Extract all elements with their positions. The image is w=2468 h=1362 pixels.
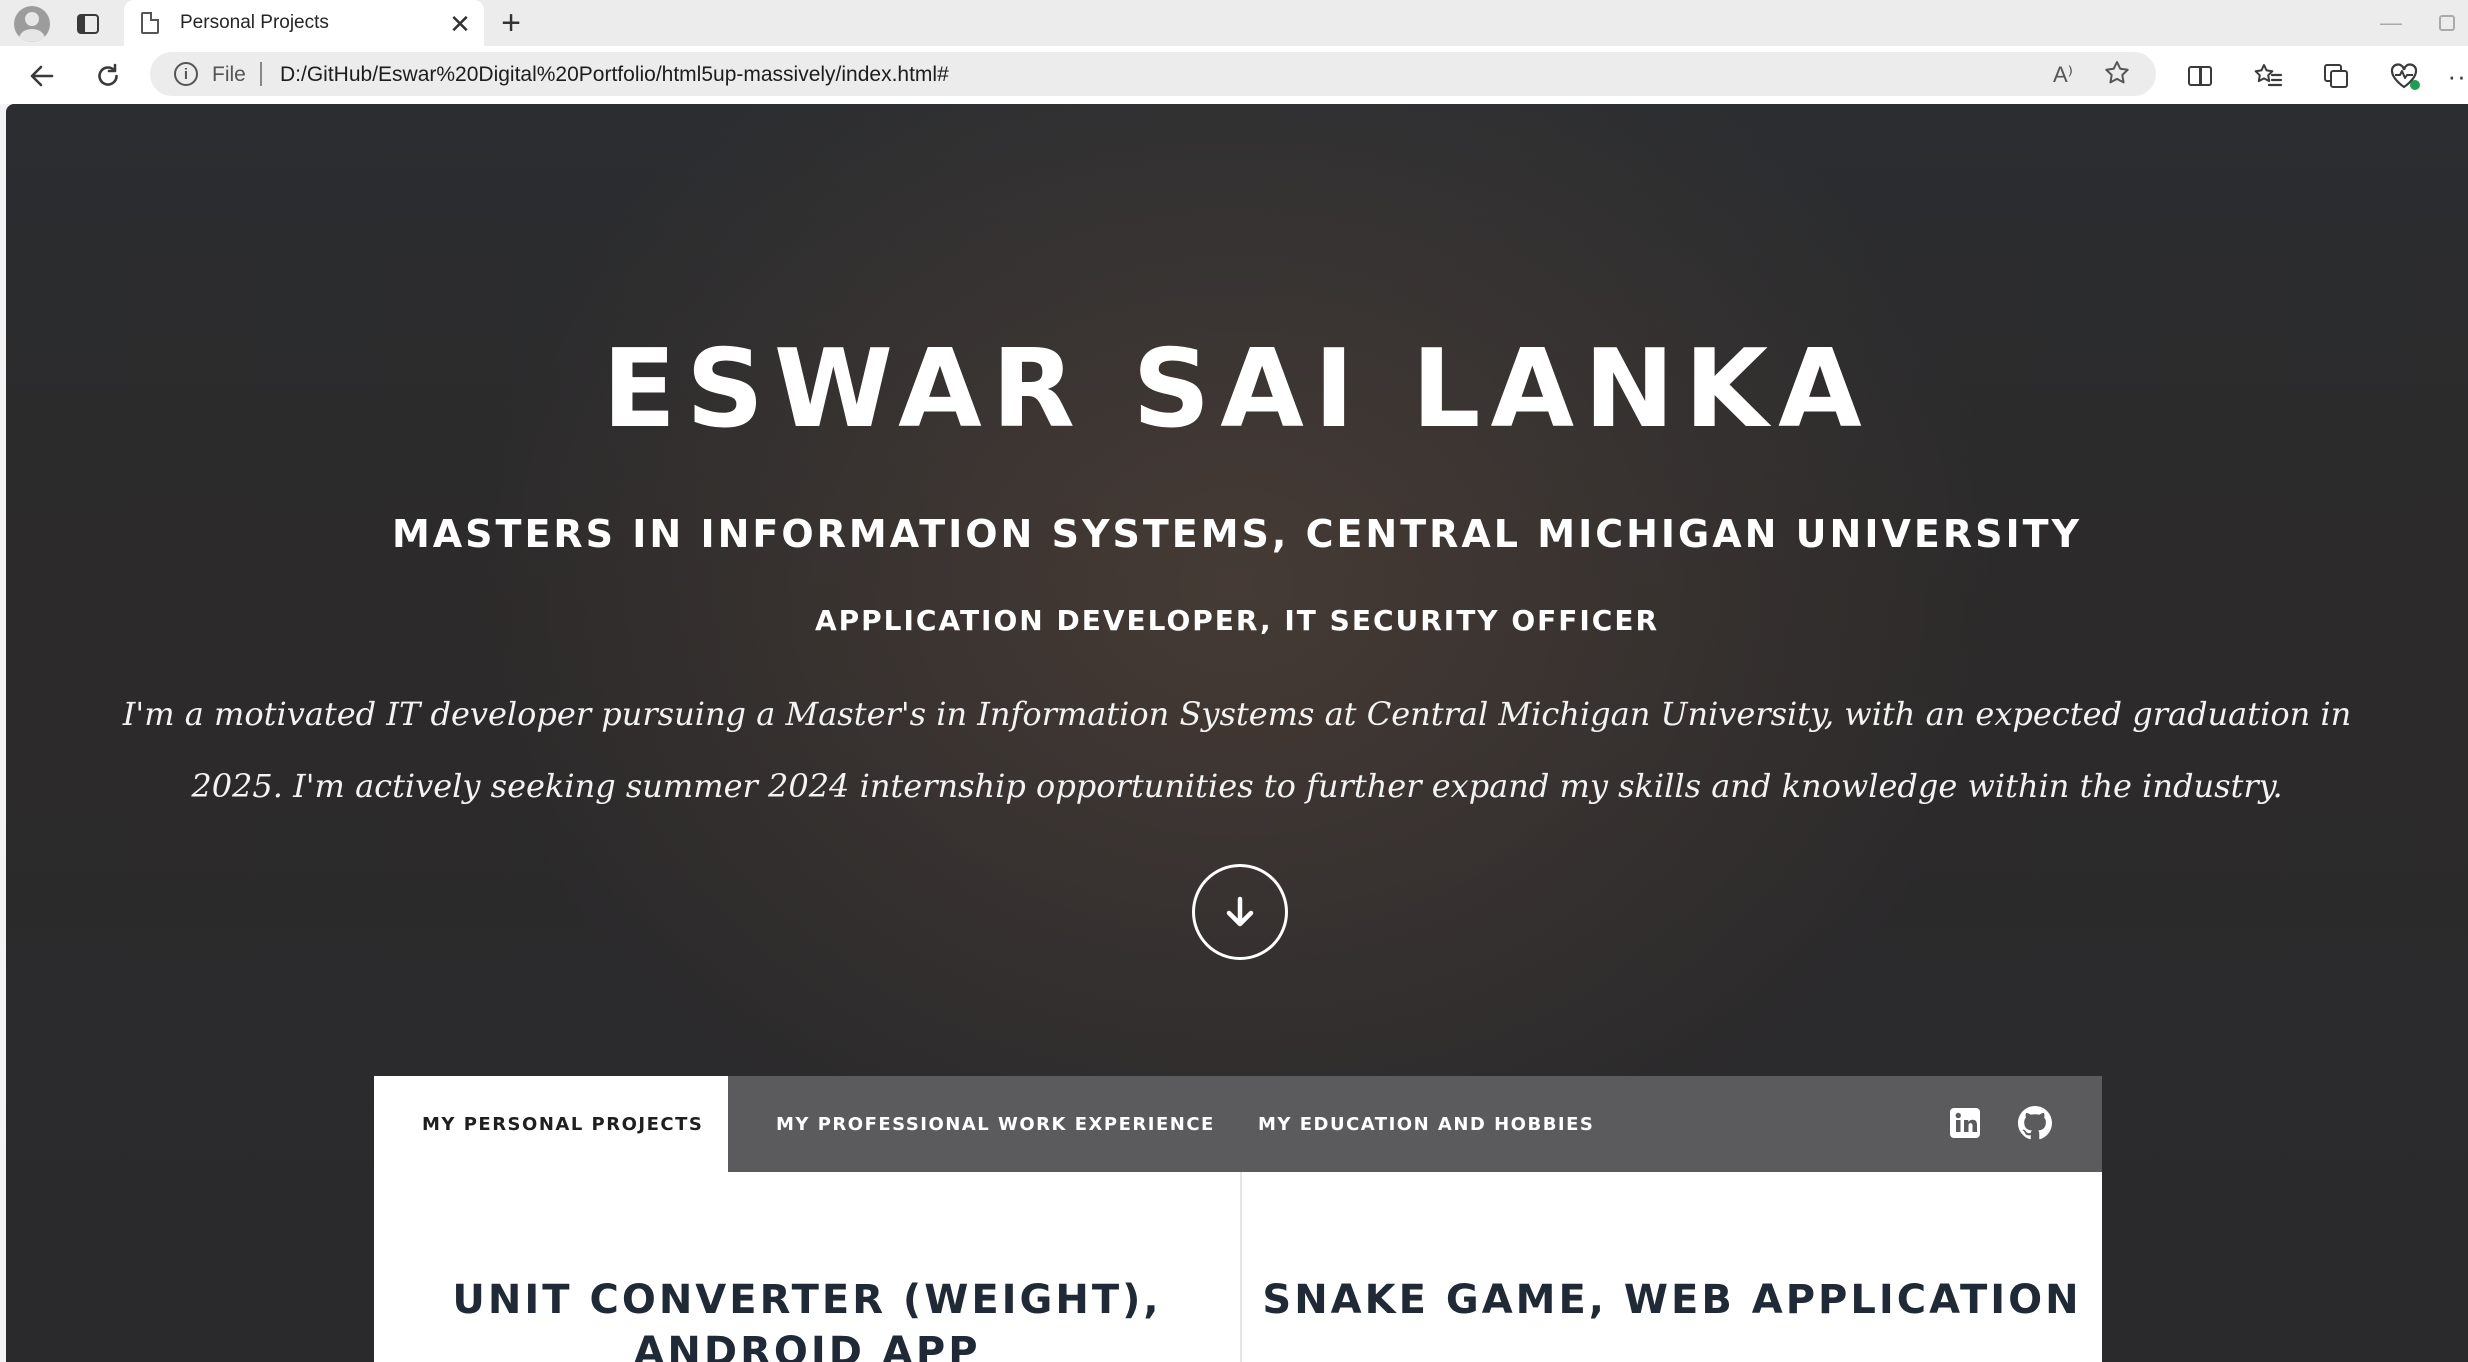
minimize-icon[interactable]: — [2376,8,2406,38]
tab-title: Personal Projects [180,12,329,33]
project-title[interactable]: UNIT CONVERTER (WEIGHT), ANDROID APP [374,1274,1240,1362]
hero-bio: I'm a motivated IT developer pursuing a … [122,695,2352,805]
page-viewport: ESWAR SAI LANKA MASTERS IN INFORMATION S… [6,104,2468,1362]
address-bar[interactable]: i File D:/GitHub/Eswar%20Digital%20Portf… [150,52,2156,96]
file-scheme-label: File [212,63,246,86]
tab-personal-projects[interactable]: MY PERSONAL PROJECTS [374,1076,728,1172]
browser-tab-active[interactable]: Personal Projects ✕ [124,0,484,46]
projects-panel: UNIT CONVERTER (WEIGHT), ANDROID APP SNA… [374,1172,2102,1362]
read-aloud-icon[interactable]: A⁾ [2046,58,2080,92]
url-text[interactable]: D:/GitHub/Eswar%20Digital%20Portfolio/ht… [280,63,949,87]
project-title[interactable]: SNAKE GAME, WEB APPLICATION [1242,1274,2102,1326]
address-separator [260,62,262,86]
browser-tab-bar: Personal Projects ✕ + — [0,0,2468,46]
browser-toolbar: i File D:/GitHub/Eswar%20Digital%20Portf… [0,46,2468,104]
tab-actions-icon[interactable] [74,10,102,38]
reload-icon[interactable] [90,58,126,94]
page-icon [140,11,160,35]
column-divider [1240,1172,1242,1362]
collections-icon[interactable] [2318,58,2354,94]
arrow-down-icon [1226,896,1254,927]
new-tab-icon[interactable]: + [494,4,528,42]
more-menu-icon[interactable]: ··· [2444,58,2468,94]
tab-professional-work-experience[interactable]: MY PROFESSIONAL WORK EXPERIENCE [776,1076,1215,1172]
favorite-star-icon[interactable] [2100,56,2134,90]
browser-essentials-icon[interactable] [2386,58,2422,94]
github-icon[interactable] [2018,1106,2052,1140]
tab-education-and-hobbies[interactable]: MY EDUCATION AND HOBBIES [1258,1076,1594,1172]
site-info-icon[interactable]: i [174,62,198,86]
split-screen-icon[interactable] [2182,58,2218,94]
hero-role: APPLICATION DEVELOPER, IT SECURITY OFFIC… [814,604,1660,637]
hero-name: ESWAR SAI LANKA [602,327,1872,452]
main-nav: MY PERSONAL PROJECTS MY PROFESSIONAL WOR… [374,1076,2102,1172]
linkedin-icon[interactable] [1948,1106,1982,1140]
hero-degree: MASTERS IN INFORMATION SYSTEMS, CENTRAL … [391,512,2083,556]
maximize-icon[interactable] [2436,10,2458,36]
back-arrow-icon[interactable] [24,58,60,94]
profile-avatar-icon[interactable] [14,6,50,42]
favorites-icon[interactable] [2250,58,2286,94]
close-tab-icon[interactable]: ✕ [446,9,474,39]
scroll-down-button[interactable] [1192,864,1288,960]
